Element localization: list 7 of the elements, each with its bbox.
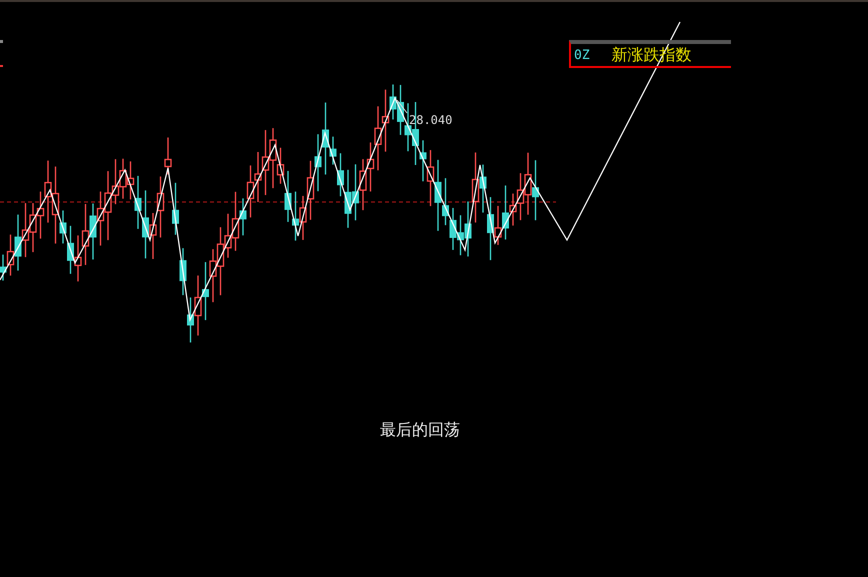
indicator-code: 0Z <box>574 48 590 62</box>
candlestick <box>164 138 172 174</box>
left-edge-marker <box>0 40 3 43</box>
left-edge-marker <box>0 65 3 67</box>
candlestick <box>172 182 179 235</box>
chart-caption: 最后的回荡 <box>380 420 460 441</box>
leader-line <box>396 100 408 114</box>
